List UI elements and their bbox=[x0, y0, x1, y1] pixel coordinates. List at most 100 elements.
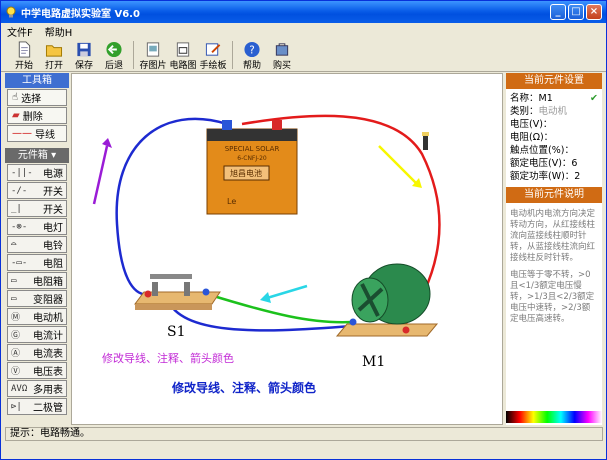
maximize-button[interactable]: □ bbox=[568, 4, 584, 20]
component-rheostat[interactable]: ▭ 变阻器 bbox=[7, 290, 67, 307]
component-label: 开关 bbox=[43, 205, 63, 216]
component-label: 电阻箱 bbox=[33, 277, 63, 288]
component-ammeter[interactable]: Ⓐ 电流表 bbox=[7, 344, 67, 361]
component-multimeter[interactable]: AVΩ 多用表 bbox=[7, 380, 67, 397]
rheostat-icon: ▭ bbox=[11, 293, 17, 304]
prop-resistance: 电阻(Ω)： bbox=[510, 132, 554, 143]
close-button[interactable]: × bbox=[586, 4, 602, 20]
tool-delete[interactable]: ▰ 删除 bbox=[7, 107, 67, 124]
back-button[interactable]: 后退 bbox=[99, 39, 129, 71]
sketch-pad-button[interactable]: 手绘板 bbox=[198, 39, 228, 71]
component-galvanometer[interactable]: Ⓖ 电流计 bbox=[7, 326, 67, 343]
buy-icon bbox=[275, 43, 289, 56]
component-label: 变阻器 bbox=[33, 295, 63, 306]
switch-s1[interactable] bbox=[134, 274, 221, 310]
help-button[interactable]: ? 帮助 bbox=[237, 39, 267, 71]
component-resistor-symbol[interactable]: -▭- 电阻 bbox=[7, 254, 67, 271]
menu-help[interactable]: 帮助H bbox=[45, 24, 73, 39]
pencil-cursor-icon bbox=[422, 132, 429, 150]
prop-rated-power[interactable]: 额定功率(W)：2 bbox=[506, 170, 602, 183]
component-label: 电流计 bbox=[33, 331, 63, 342]
component-switch-symbol[interactable]: -/- 开关 bbox=[7, 182, 67, 199]
back-arrow-icon bbox=[106, 41, 122, 58]
component-motor-symbol[interactable]: Ⓜ 电动机 bbox=[7, 308, 67, 325]
component-label: 电流表 bbox=[33, 349, 63, 360]
wire-icon: —— bbox=[12, 128, 32, 139]
component-label: 开关 bbox=[43, 187, 63, 198]
component-box-header[interactable]: 元件箱 ▾ bbox=[5, 148, 69, 163]
lamp-symbol-icon: -⊗- bbox=[11, 221, 28, 232]
battery-badge: Le bbox=[227, 197, 236, 206]
toolbar-separator bbox=[133, 41, 134, 69]
switch-label: S1 bbox=[167, 324, 186, 340]
prop-rated-voltage[interactable]: 额定电压(V)：6 bbox=[506, 157, 602, 170]
right-panel: 当前元件设置 名称：M1 ✔ 类别：电动机 电压(V)： 电阻(Ω)： 触点位置… bbox=[506, 73, 602, 425]
wire-green[interactable] bbox=[206, 292, 353, 324]
resistor-box-icon: ▭ bbox=[11, 275, 17, 286]
start-button[interactable]: 开始 bbox=[9, 39, 39, 71]
annotation-blue[interactable]: 修改导线、注释、箭头颜色 bbox=[171, 380, 316, 395]
menu-bar: 文件F 帮助H bbox=[1, 23, 606, 39]
hand-icon: ☝ bbox=[12, 92, 19, 103]
component-bell-symbol[interactable]: ⌓ 电铃 bbox=[7, 236, 67, 253]
voltmeter-icon: Ⓥ bbox=[11, 367, 21, 377]
component-label: 电铃 bbox=[43, 241, 63, 252]
arrow-purple[interactable] bbox=[92, 145, 109, 205]
component-resistor-box[interactable]: ▭ 电阻箱 bbox=[7, 272, 67, 289]
left-panel: 工具箱 ☝ 选择 ▰ 删除 —— 导线 元件箱 ▾ -||- 电源 -/- 开关 _| 开… bbox=[5, 73, 69, 423]
prop-name: 名称：M1 ✔ bbox=[510, 93, 598, 104]
motor-m1[interactable] bbox=[335, 263, 439, 337]
component-label: 电源 bbox=[43, 169, 63, 180]
new-file-icon bbox=[18, 41, 31, 58]
save-disk-icon bbox=[77, 42, 91, 57]
description-text-1: 电动机内电流方向决定转动方向，从红接线柱流向蓝接线柱顺时针转，从蓝接线柱流向红接… bbox=[510, 209, 596, 263]
component-label: 多用表 bbox=[33, 385, 63, 396]
switch2-symbol-icon: _| bbox=[11, 203, 22, 214]
tool-wire[interactable]: —— 导线 bbox=[7, 125, 67, 142]
bulb-icon bbox=[6, 6, 16, 18]
component-lamp-symbol[interactable]: -⊗- 电灯 bbox=[7, 218, 67, 235]
battery-label: 旭昌电池 bbox=[230, 168, 262, 178]
component-battery-symbol[interactable]: -||- 电源 bbox=[7, 164, 67, 181]
bell-symbol-icon: ⌓ bbox=[11, 239, 17, 250]
title-bar: 中学电路虚拟实验室 V6.0 _ □ × bbox=[1, 1, 606, 23]
color-spectrum-picker[interactable] bbox=[506, 411, 602, 423]
motor-label: M1 bbox=[362, 354, 385, 370]
circuit-canvas[interactable]: SPECIAL SOLAR 6-CNFJ-20 旭昌电池 Le S1 M1 修改… bbox=[71, 73, 503, 425]
ammeter-icon: Ⓐ bbox=[11, 349, 21, 359]
annotation-magenta[interactable]: 修改导线、注释、箭头颜色 bbox=[102, 351, 234, 365]
open-button[interactable]: 打开 bbox=[39, 39, 69, 71]
description-text-2: 电压等于零不转，>0且<1/3额定电压慢转，>1/3且<2/3额定电压中速转，>… bbox=[510, 270, 595, 324]
menu-file[interactable]: 文件F bbox=[7, 24, 33, 39]
battery[interactable]: SPECIAL SOLAR 6-CNFJ-20 旭昌电池 Le bbox=[206, 120, 298, 215]
chevron-down-icon: ▾ bbox=[51, 150, 57, 161]
prop-contact: 触点位置(%)： bbox=[510, 145, 574, 156]
circuit-diagram-button[interactable]: 电路图 bbox=[168, 39, 198, 71]
status-bar: 提示：电路畅通。 bbox=[5, 427, 603, 441]
component-label: 电灯 bbox=[43, 223, 63, 234]
tool-select[interactable]: ☝ 选择 bbox=[7, 89, 67, 106]
prop-voltage: 电压(V)： bbox=[510, 119, 553, 130]
minimize-button[interactable]: _ bbox=[550, 4, 566, 20]
save-image-button[interactable]: 存图片 bbox=[138, 39, 168, 71]
multimeter-icon: AVΩ bbox=[11, 383, 28, 394]
component-switch2-symbol[interactable]: _| 开关 bbox=[7, 200, 67, 217]
toolbar-separator bbox=[232, 41, 233, 69]
eraser-icon: ▰ bbox=[12, 110, 20, 121]
circuit-drawing: SPECIAL SOLAR 6-CNFJ-20 旭昌电池 Le S1 M1 修改… bbox=[92, 114, 441, 395]
component-voltmeter[interactable]: Ⓥ 电压表 bbox=[7, 362, 67, 379]
toolbar: 开始 打开 保存 后退 存图片 电路图 手绘板 ? 帮助 购买 bbox=[1, 39, 606, 72]
properties-header: 当前元件设置 bbox=[506, 73, 602, 89]
arrow-cyan[interactable] bbox=[266, 284, 308, 300]
diode-icon: ⊳| bbox=[11, 401, 22, 412]
help-icon: ? bbox=[244, 41, 260, 58]
component-diode[interactable]: ⊳| 二极管 bbox=[7, 398, 67, 415]
save-button[interactable]: 保存 bbox=[69, 39, 99, 71]
component-label: 电压表 bbox=[33, 367, 63, 378]
arrow-yellow[interactable] bbox=[378, 145, 418, 185]
buy-button[interactable]: 购买 bbox=[267, 39, 297, 71]
window-title: 中学电路虚拟实验室 V6.0 bbox=[21, 8, 140, 20]
prop-name-value[interactable]: M1 bbox=[539, 93, 553, 104]
description-header: 当前元件说明 bbox=[506, 187, 602, 203]
battery-brand: SPECIAL SOLAR bbox=[225, 145, 280, 153]
